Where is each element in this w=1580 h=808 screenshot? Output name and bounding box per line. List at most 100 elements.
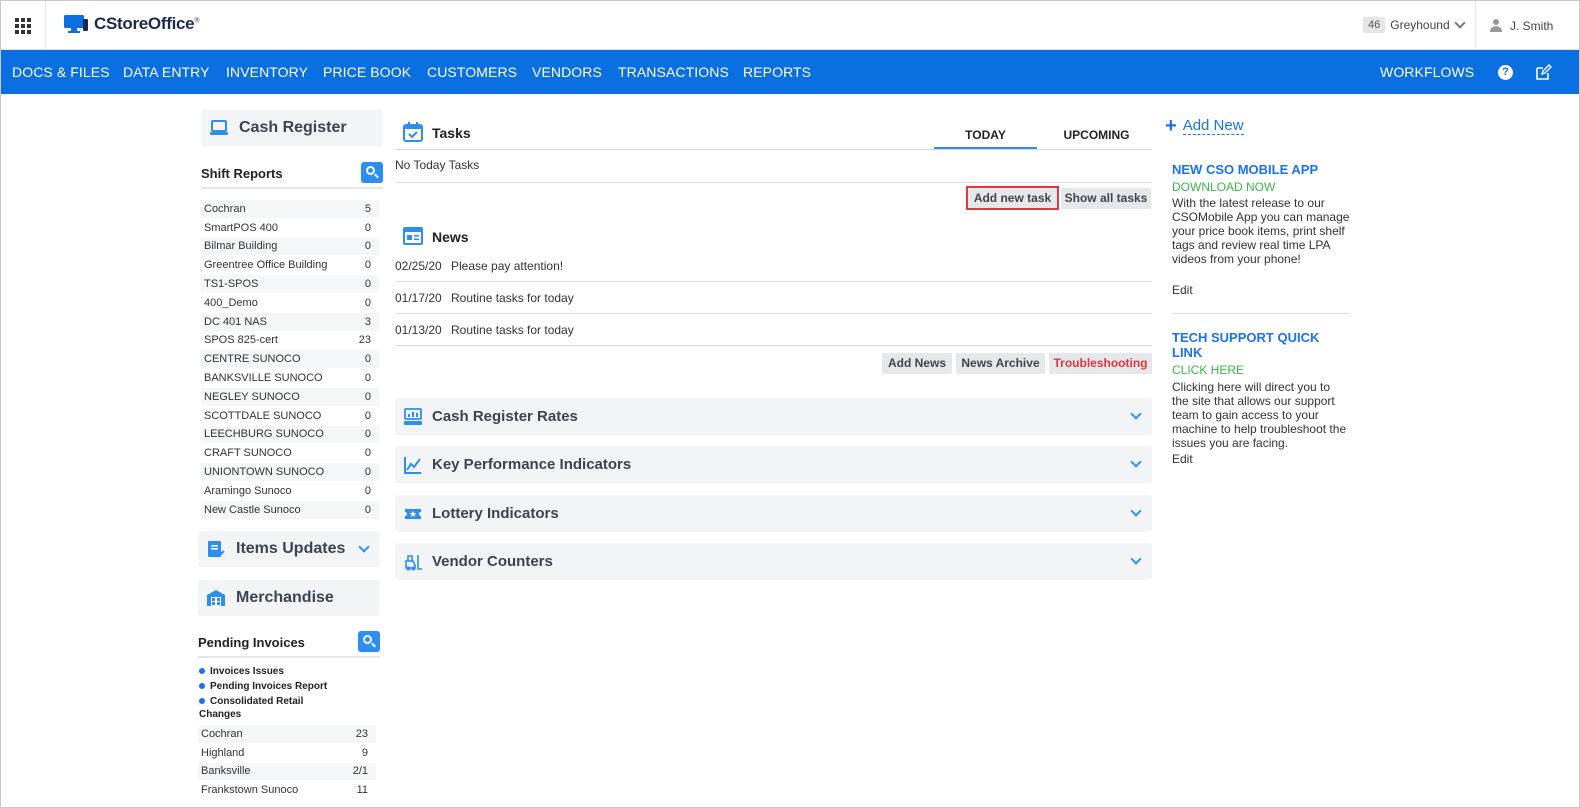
troubleshooting-button[interactable]: Troubleshooting <box>1049 353 1152 374</box>
app-logo[interactable]: CStoreOffice® <box>63 14 199 34</box>
list-item[interactable]: DC 401 NAS 3 <box>201 312 379 332</box>
user-name: J. Smith <box>1510 18 1554 33</box>
list-item[interactable]: TS1-SPOS 0 <box>201 275 379 294</box>
tab-upcoming[interactable]: UPCOMING <box>1041 123 1152 149</box>
invoices-issues-link[interactable]: Invoices Issues <box>199 665 379 678</box>
chevron-down-icon <box>1130 456 1142 468</box>
list-item-name: Greentree Office Building <box>204 259 328 272</box>
nav-inventory[interactable]: INVENTORY <box>226 64 308 80</box>
nav-transactions[interactable]: TRANSACTIONS <box>618 64 729 80</box>
list-item[interactable]: 400_Demo 0 <box>201 294 379 313</box>
add-new-widget-button[interactable]: + Add New <box>1165 116 1244 136</box>
widget-mobile-app-title: NEW CSO MOBILE APP <box>1172 162 1319 177</box>
pending-invoices-report-link[interactable]: Pending Invoices Report <box>199 680 379 693</box>
list-item[interactable]: Aramingo Sunoco 0 <box>201 482 379 501</box>
logo-text: CStoreOffice® <box>94 14 200 33</box>
list-item[interactable]: SPOS 825-cert 23 <box>201 332 379 351</box>
list-item[interactable]: BANKSVILLE SUNOCO 0 <box>201 369 379 388</box>
nav-customers[interactable]: CUSTOMERS <box>427 64 517 80</box>
list-item-count: 0 <box>364 240 371 253</box>
tab-today[interactable]: TODAY <box>934 123 1037 149</box>
items-updates-header[interactable]: Items Updates <box>198 531 380 567</box>
nav-workflows[interactable]: WORKFLOWS <box>1380 64 1474 80</box>
edit-icon[interactable] <box>1535 64 1552 81</box>
list-item-name: DC 401 NAS <box>204 315 267 328</box>
shift-reports-search-button[interactable] <box>361 162 383 183</box>
nav-docs-files[interactable]: DOCS & FILES <box>12 64 110 80</box>
divider <box>201 187 383 189</box>
list-item[interactable]: LEECHBURG SUNOCO 0 <box>201 425 379 445</box>
list-item-count: 11 <box>356 784 368 797</box>
consolidated-retail-changes-link[interactable]: Consolidated Retail Changes <box>199 695 324 721</box>
help-icon[interactable]: ? <box>1498 65 1513 80</box>
cash-register-header[interactable]: Cash Register <box>201 110 383 146</box>
list-item[interactable]: Cochran 23 <box>198 725 376 744</box>
list-item[interactable]: Bilmar Building 0 <box>201 237 379 257</box>
plus-icon: + <box>1165 115 1177 137</box>
accordion-lottery-indicators[interactable]: Lottery Indicators <box>395 495 1152 532</box>
list-item-name: Frankstown Sunoco <box>201 784 299 797</box>
accordion-cash-register-rates[interactable]: Cash Register Rates <box>395 398 1152 435</box>
list-item[interactable]: Frankstown Sunoco 11 <box>198 781 376 801</box>
pending-invoices-list: Cochran 23 Highland 9 Banksville 2/1 Frankstow… <box>198 725 376 801</box>
nav-price-book[interactable]: PRICE BOOK <box>323 64 411 80</box>
list-item[interactable]: CRAFT SUNOCO 0 <box>201 444 379 464</box>
list-item-count: 3 <box>364 315 371 328</box>
news-row[interactable]: 01/17/20 Routine tasks for today <box>395 282 1152 314</box>
news-row[interactable]: 01/13/20 Routine tasks for today <box>395 314 1152 346</box>
click-here-link[interactable]: CLICK HERE <box>1172 363 1244 377</box>
chevron-down-icon <box>1130 505 1142 517</box>
list-item-count: 2/1 <box>352 765 368 778</box>
nav-vendors[interactable]: VENDORS <box>532 64 602 80</box>
list-item[interactable]: NEGLEY SUNOCO 0 <box>201 387 379 407</box>
list-item[interactable]: SCOTTDALE SUNOCO 0 <box>201 407 379 426</box>
accordion-title: Cash Register Rates <box>432 408 578 425</box>
shift-reports-title: Shift Reports <box>201 166 283 181</box>
pending-invoices-search-button[interactable] <box>358 631 380 652</box>
download-now-link[interactable]: DOWNLOAD NOW <box>1172 180 1275 194</box>
nav-data-entry[interactable]: DATA ENTRY <box>123 64 210 80</box>
document-check-icon <box>208 541 225 558</box>
list-item[interactable]: Highland 9 <box>198 744 376 763</box>
merchandise-header[interactable]: Merchandise <box>198 580 380 616</box>
store-number-badge: 46 <box>1363 17 1386 33</box>
nav-reports[interactable]: REPORTS <box>743 64 811 80</box>
pending-links: Invoices Issues Pending Invoices Report … <box>199 665 379 723</box>
list-item-name: Aramingo Sunoco <box>204 484 292 497</box>
show-all-tasks-button[interactable]: Show all tasks <box>1061 188 1151 209</box>
list-item[interactable]: UNIONTOWN SUNOCO 0 <box>201 463 379 482</box>
accordion-kpi[interactable]: Key Performance Indicators <box>395 446 1152 483</box>
list-item[interactable]: Cochran 5 <box>201 200 379 219</box>
news-archive-button[interactable]: News Archive <box>956 353 1045 374</box>
divider <box>395 149 1152 150</box>
apps-grid-icon[interactable] <box>1 1 46 50</box>
widget-mobile-app-edit-link[interactable]: Edit <box>1172 283 1193 297</box>
no-tasks-text: No Today Tasks <box>395 158 480 172</box>
list-item-count: 0 <box>364 390 371 403</box>
list-item-name: CRAFT SUNOCO <box>204 447 292 460</box>
list-item[interactable]: SmartPOS 400 0 <box>201 219 379 238</box>
store-selector[interactable]: 46 Greyhound <box>1363 17 1466 33</box>
divider <box>395 182 1152 183</box>
list-item-count: 5 <box>364 202 371 215</box>
add-new-label: Add New <box>1182 117 1244 135</box>
list-item[interactable]: New Castle Sunoco 0 <box>201 500 379 520</box>
list-item[interactable]: Greentree Office Building 0 <box>201 256 379 276</box>
merchandise-title: Merchandise <box>236 589 334 606</box>
list-item-count: 0 <box>364 259 371 272</box>
add-news-button[interactable]: Add News <box>882 353 952 374</box>
widget-tech-support-body: Clicking here will direct you to the sit… <box>1172 380 1347 450</box>
list-item-name: NEGLEY SUNOCO <box>204 390 300 403</box>
list-item[interactable]: Banksville 2/1 <box>198 762 376 782</box>
user-menu[interactable]: J. Smith <box>1475 1 1579 50</box>
widget-tech-support-edit-link[interactable]: Edit <box>1172 452 1193 466</box>
news-headline: Routine tasks for today <box>451 290 574 305</box>
tasks-title: Tasks <box>432 125 471 141</box>
laptop-icon <box>210 120 228 135</box>
list-item-name: Bilmar Building <box>204 240 278 253</box>
news-headline: Routine tasks for today <box>451 322 574 337</box>
news-row[interactable]: 02/25/20 Please pay attention! <box>395 250 1152 282</box>
list-item[interactable]: CENTRE SUNOCO 0 <box>201 350 379 370</box>
news-title: News <box>432 229 469 245</box>
accordion-vendor-counters[interactable]: Vendor Counters <box>395 543 1152 580</box>
